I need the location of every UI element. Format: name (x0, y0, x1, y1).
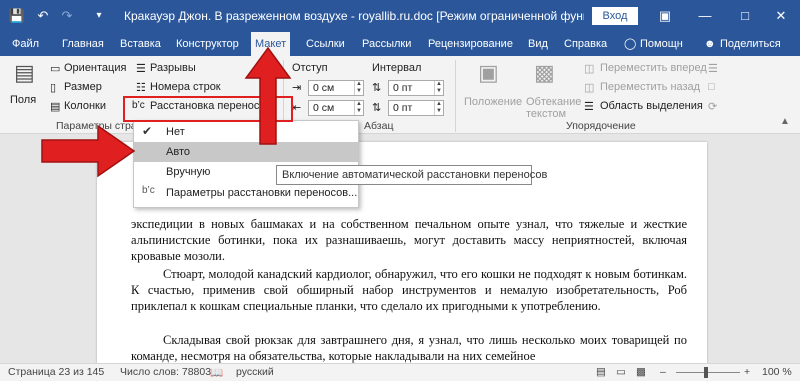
tab-references[interactable]: Ссылки (306, 32, 345, 56)
zoom-out-icon[interactable]: – (660, 366, 666, 378)
spacing-before-value: 0 пт (393, 82, 413, 94)
save-icon[interactable]: 💾 (8, 7, 26, 25)
orientation-icon: ▭ (50, 63, 61, 75)
send-backward-button[interactable]: Переместить назад (600, 81, 700, 93)
indent-right-icon: ⇤ (292, 102, 302, 114)
indent-right-value: 0 см (313, 102, 335, 114)
position-button[interactable]: Положение (464, 96, 522, 108)
menu-item-auto[interactable]: Авто (134, 142, 358, 162)
language[interactable]: русский (236, 366, 274, 378)
columns-icon: ▤ (50, 101, 61, 113)
tab-insert[interactable]: Вставка (120, 32, 161, 56)
selection-pane-button[interactable]: Область выделения (600, 100, 703, 112)
annotation-highlight-box (123, 96, 293, 122)
size-button[interactable]: Размер (64, 81, 102, 93)
customize-icon[interactable]: ▾ (90, 7, 108, 25)
group-divider (455, 60, 456, 132)
size-icon: ▯ (50, 82, 57, 94)
tab-design[interactable]: Конструктор (176, 32, 239, 56)
zoom-slider-thumb[interactable] (704, 367, 708, 378)
lightbulb-icon[interactable]: ◯ (624, 32, 636, 56)
bring-forward-icon: ◫ (584, 63, 595, 75)
spinner-arrows-icon[interactable]: ▲ ▼ (354, 81, 363, 95)
body-paragraph: экспедиции в новых башмаках и на собстве… (131, 217, 687, 263)
spacing-before-field[interactable]: 0 пт ▲ ▼ (388, 80, 444, 96)
ribbon: ▤ Поля ▭ Ориентация ▯ Размер ▤ Колонки ☰… (0, 56, 800, 134)
line-numbers-icon: ☷ (136, 82, 146, 94)
tab-layout[interactable]: Макет (251, 32, 291, 56)
read-mode-icon[interactable]: ▤ (596, 366, 606, 378)
zoom-slider[interactable] (676, 372, 740, 373)
line-numbers-button[interactable]: Номера строк (150, 81, 221, 93)
menu-item-hyphenation-options[interactable]: Параметры расстановки переносов... (134, 183, 358, 203)
ribbon-tabs: Файл Главная Вставка Конструктор Макет С… (0, 32, 800, 56)
bring-forward-button[interactable]: Переместить вперед (600, 62, 707, 74)
margins-icon[interactable]: ▤ (14, 60, 35, 86)
tab-help[interactable]: Справка (564, 32, 607, 56)
minimize-icon[interactable]: — (696, 7, 714, 25)
margins-button[interactable]: Поля (10, 94, 36, 106)
spinner-arrows-icon[interactable]: ▲ ▼ (434, 101, 443, 115)
spacing-after-value: 0 пт (393, 102, 413, 114)
align-icon[interactable]: ☰ (708, 62, 718, 75)
undo-icon[interactable]: ↶ (34, 7, 52, 25)
breaks-icon: ☰ (136, 63, 146, 75)
spacing-label: Интервал (372, 62, 422, 74)
indent-left-icon: ⇥ (292, 82, 302, 94)
collapse-ribbon-icon[interactable]: ▲ (780, 116, 790, 127)
spacing-after-field[interactable]: 0 пт ▲ ▼ (388, 100, 444, 116)
indent-left-value: 0 см (313, 82, 335, 94)
maximize-icon[interactable]: □ (736, 7, 754, 25)
tooltip: Включение автоматической расстановки пер… (276, 165, 547, 185)
tab-mailings[interactable]: Рассылки (362, 32, 411, 56)
word-count[interactable]: Число слов: 78803 (120, 366, 211, 378)
sign-in-button[interactable]: Вход (592, 7, 638, 25)
indent-right-field[interactable]: 0 см ▲ ▼ (308, 100, 364, 116)
hyphenation-dropdown: ✔ Нет Авто Вручную b’c Параметры расстан… (133, 120, 359, 208)
send-backward-icon: ◫ (584, 82, 595, 94)
wrap-text-icon: ▩ (534, 60, 555, 85)
orientation-button[interactable]: Ориентация (64, 62, 126, 74)
spinner-arrows-icon[interactable]: ▲ ▼ (434, 81, 443, 95)
breaks-button[interactable]: Разрывы (150, 62, 196, 74)
position-icon: ▣ (478, 60, 499, 85)
group-label-arrange: Упорядочение (566, 120, 636, 132)
rotate-icon[interactable]: ⟳ (708, 100, 717, 113)
close-icon[interactable]: ✕ (772, 7, 790, 25)
zoom-in-icon[interactable]: + (744, 366, 750, 378)
indent-label: Отступ (292, 62, 328, 74)
group-label-paragraph: Абзац (364, 120, 394, 132)
tab-share[interactable]: Поделиться (720, 32, 781, 56)
print-layout-icon[interactable]: ▭ (616, 366, 626, 378)
spinner-arrows-icon[interactable]: ▲ ▼ (354, 101, 363, 115)
window-title: Кракауэр Джон. В разреженном воздухе - r… (124, 9, 584, 23)
columns-button[interactable]: Колонки (64, 100, 106, 112)
zoom-level[interactable]: 100 % (762, 366, 792, 378)
page-count[interactable]: Страница 23 из 145 (8, 366, 104, 378)
wrap-text-button[interactable]: Обтекание текстом (526, 96, 581, 120)
status-bar: Страница 23 из 145 Число слов: 78803 📖 р… (0, 363, 800, 381)
tab-review[interactable]: Рецензирование (428, 32, 513, 56)
menu-item-none[interactable]: Нет (134, 122, 358, 142)
body-paragraph: Складывая свой рюкзак для завтрашнего дн… (131, 333, 687, 363)
title-bar: 💾 ↶ ↷ ▾ Кракауэр Джон. В разреженном воз… (0, 0, 800, 32)
tab-home[interactable]: Главная (62, 32, 104, 56)
body-paragraph: Стюарт, молодой канадский кардиолог, обн… (131, 267, 687, 313)
tab-file[interactable]: Файл (12, 32, 39, 56)
share-icon[interactable]: ☻ (704, 32, 716, 56)
web-layout-icon[interactable]: ▩ (636, 366, 646, 378)
ribbon-options-icon[interactable]: ▣ (656, 7, 674, 25)
proofing-icon[interactable]: 📖 (210, 366, 223, 379)
spacing-after-icon: ⇅ (372, 102, 382, 114)
tab-view[interactable]: Вид (528, 32, 548, 56)
redo-icon[interactable]: ↷ (58, 7, 76, 25)
selection-pane-icon: ☰ (584, 101, 594, 113)
tab-tell-me[interactable]: Помощн (640, 32, 683, 56)
indent-left-field[interactable]: 0 см ▲ ▼ (308, 80, 364, 96)
group-icon[interactable]: □ (708, 81, 715, 93)
spacing-before-icon: ⇅ (372, 82, 382, 94)
